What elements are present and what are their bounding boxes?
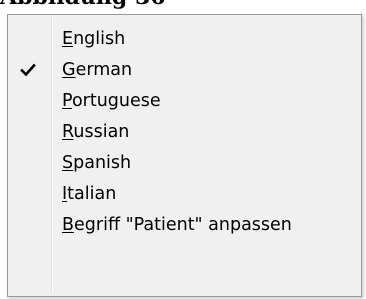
menu-item-label: Russian — [62, 122, 130, 142]
mnemonic-letter: E — [62, 29, 74, 49]
mnemonic-letter: P — [62, 91, 72, 111]
menu-item-label: Portuguese — [62, 91, 161, 111]
mnemonic-letter: I — [62, 184, 68, 204]
language-menu: English German Portuguese Russian Spanis… — [7, 14, 362, 297]
screenshot-page: Abbildung 36 English German Portuguese R… — [0, 0, 366, 299]
menu-item-label: Italian — [62, 184, 117, 204]
mnemonic-letter: B — [62, 215, 75, 235]
menu-item-english[interactable]: English — [10, 24, 359, 54]
menu-item-portuguese[interactable]: Portuguese — [10, 86, 359, 116]
menu-item-label: English — [62, 29, 126, 49]
figure-caption: Abbildung 36 — [0, 0, 166, 10]
mnemonic-letter: S — [62, 153, 74, 173]
menu-item-label: Begriff "Patient" anpassen — [62, 215, 292, 235]
menu-item-german[interactable]: German — [10, 55, 359, 85]
mnemonic-letter: R — [62, 122, 74, 142]
mnemonic-letter: G — [62, 60, 76, 80]
menu-item-label: German — [62, 60, 133, 80]
menu-item-adjust-patient-term[interactable]: Begriff "Patient" anpassen — [10, 210, 359, 240]
menu-item-italian[interactable]: Italian — [10, 179, 359, 209]
menu-item-spanish[interactable]: Spanish — [10, 148, 359, 178]
menu-item-russian[interactable]: Russian — [10, 117, 359, 147]
checkmark-icon — [20, 63, 36, 77]
menu-item-label: Spanish — [62, 153, 132, 173]
